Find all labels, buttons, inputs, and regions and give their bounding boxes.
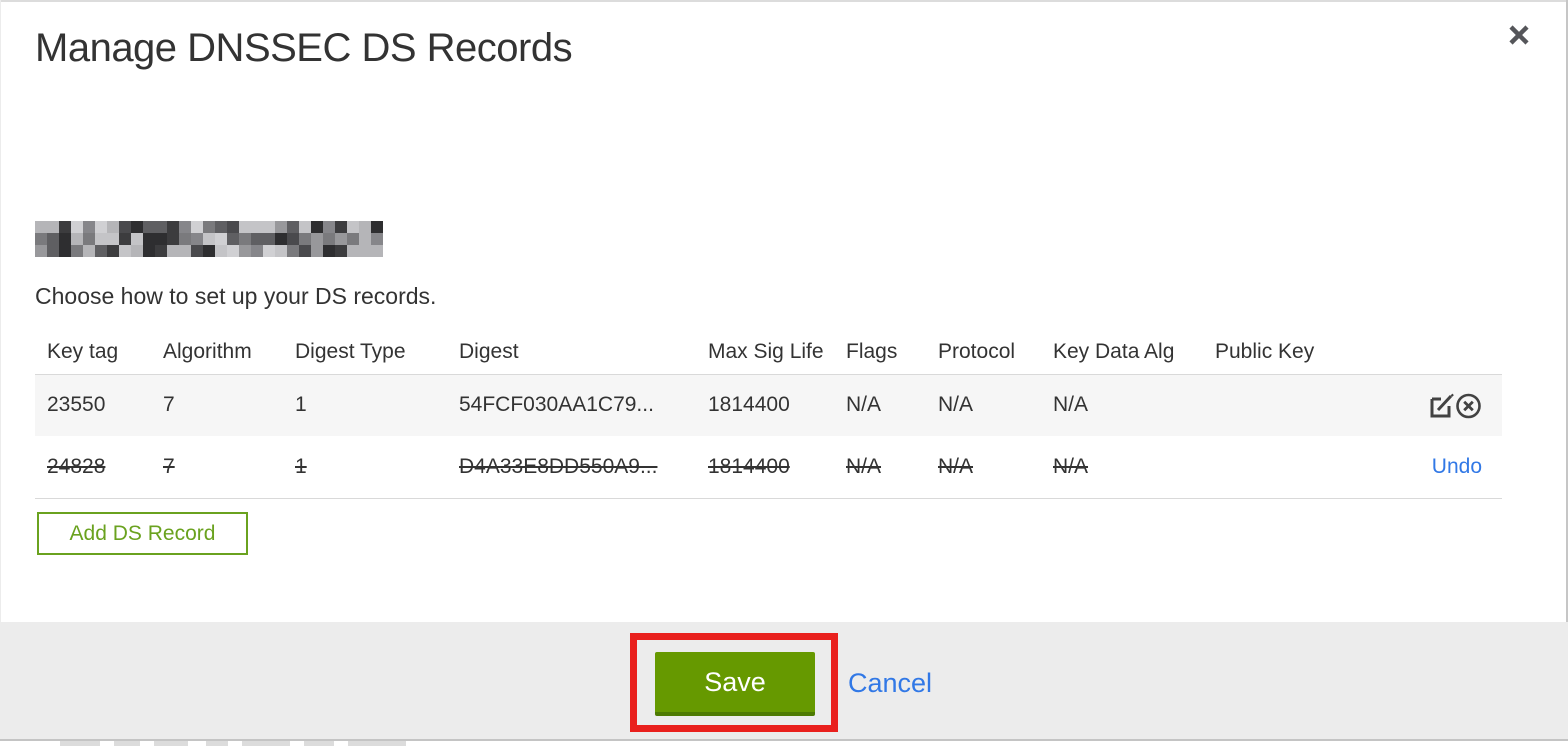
col-header-digest-type: Digest Type bbox=[283, 330, 447, 375]
cell-public-key bbox=[1203, 374, 1360, 436]
delete-circle-x-icon bbox=[1455, 393, 1482, 424]
cell-key-data-alg: N/A bbox=[1041, 436, 1203, 499]
cell-key-tag: 24828 bbox=[35, 436, 151, 499]
col-header-key-tag: Key tag bbox=[35, 330, 151, 375]
col-header-actions bbox=[1360, 330, 1502, 375]
col-header-max-sig-life: Max Sig Life bbox=[696, 330, 834, 375]
dnssec-modal-window: Manage DNSSEC DS Records Choose how to s… bbox=[0, 0, 1568, 746]
cell-max-sig-life: 1814400 bbox=[696, 436, 834, 499]
col-header-algorithm: Algorithm bbox=[151, 330, 283, 375]
page-under-modal bbox=[0, 741, 1568, 746]
col-header-digest: Digest bbox=[447, 330, 696, 375]
col-header-key-data-alg: Key Data Alg bbox=[1041, 330, 1203, 375]
table-row-deleted: 24828 7 1 D4A33E8DD550A9... 1814400 N/A … bbox=[35, 436, 1502, 499]
edit-record-button[interactable] bbox=[1428, 392, 1455, 419]
table-header-row: Key tag Algorithm Digest Type Digest Max… bbox=[35, 330, 1502, 375]
cancel-link[interactable]: Cancel bbox=[848, 668, 932, 699]
page-title: Manage DNSSEC DS Records bbox=[35, 26, 573, 70]
modal-footer: Save Cancel bbox=[0, 622, 1568, 739]
cell-algorithm: 7 bbox=[163, 393, 175, 417]
save-button[interactable]: Save bbox=[655, 652, 815, 716]
cell-key-tag: 23550 bbox=[47, 393, 106, 417]
col-header-protocol: Protocol bbox=[926, 330, 1041, 375]
row-actions bbox=[1360, 374, 1502, 436]
cell-key-data-alg: N/A bbox=[1053, 393, 1089, 417]
redacted-domain bbox=[35, 221, 383, 257]
cell-protocol: N/A bbox=[938, 393, 974, 417]
cell-flags: N/A bbox=[846, 393, 882, 417]
delete-record-button[interactable] bbox=[1455, 392, 1482, 419]
close-icon bbox=[1506, 22, 1532, 53]
cell-digest: 54FCF030AA1C79... bbox=[459, 393, 654, 417]
cell-digest-type: 1 bbox=[283, 436, 447, 499]
cell-protocol: N/A bbox=[926, 436, 1041, 499]
undo-link[interactable]: Undo bbox=[1432, 455, 1482, 478]
table-row: 23550 7 1 54FCF030AA1C79... 1814400 N/A … bbox=[35, 374, 1502, 436]
col-header-public-key: Public Key bbox=[1203, 330, 1360, 375]
col-header-flags: Flags bbox=[834, 330, 926, 375]
close-button[interactable] bbox=[1502, 20, 1536, 54]
cell-public-key bbox=[1203, 436, 1360, 499]
cell-digest: D4A33E8DD550A9... bbox=[447, 436, 696, 499]
annotation-red-rectangle: Save bbox=[630, 633, 838, 732]
cell-flags: N/A bbox=[834, 436, 926, 499]
cell-max-sig-life: 1814400 bbox=[708, 393, 790, 417]
cell-algorithm: 7 bbox=[151, 436, 283, 499]
edit-icon bbox=[1428, 393, 1455, 424]
window-edge-top bbox=[0, 0, 1568, 2]
add-ds-record-button[interactable]: Add DS Record bbox=[37, 512, 248, 555]
ds-records-table: Key tag Algorithm Digest Type Digest Max… bbox=[35, 330, 1502, 499]
cell-digest-type: 1 bbox=[295, 393, 307, 417]
instruction-text: Choose how to set up your DS records. bbox=[35, 283, 437, 309]
